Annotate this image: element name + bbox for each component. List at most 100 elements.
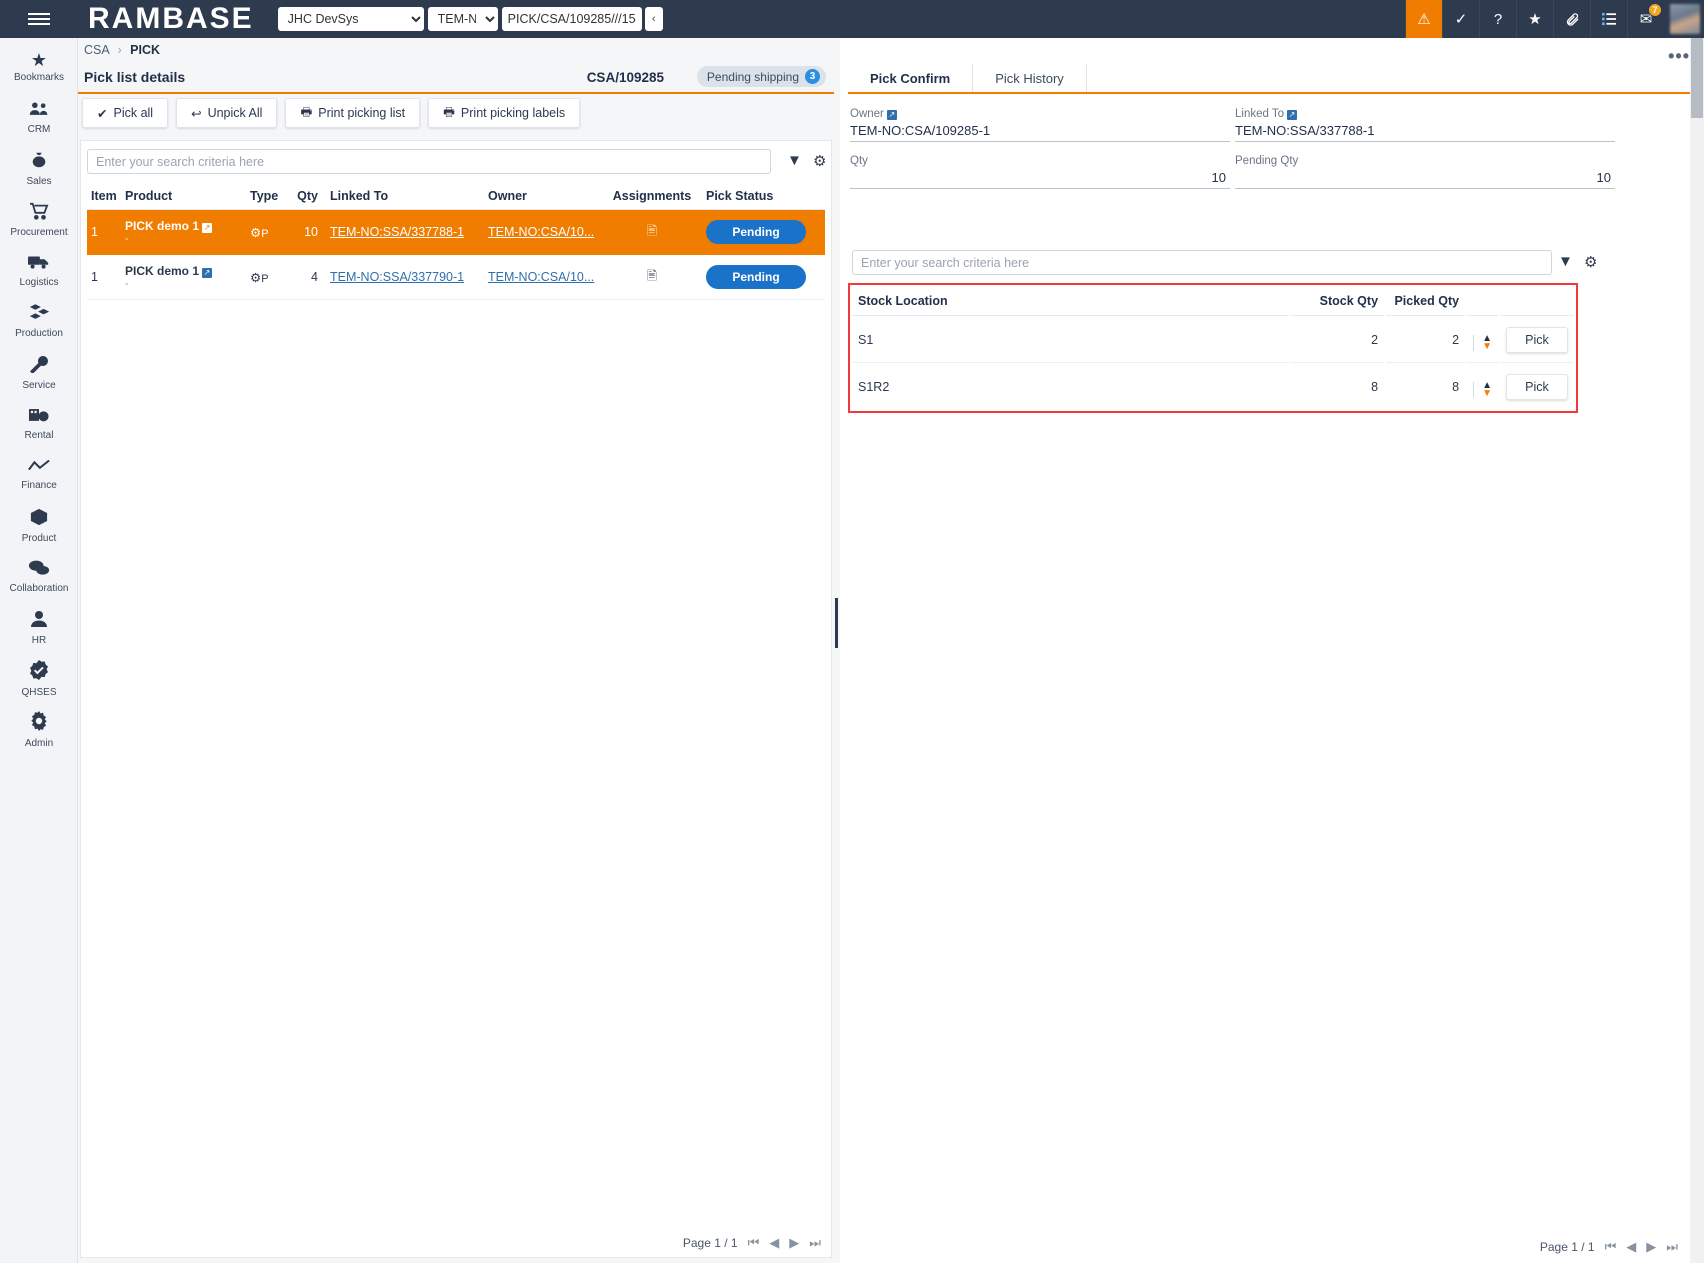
stepper-down-icon[interactable]: ▼ bbox=[1482, 390, 1492, 398]
pick-button[interactable]: Pick bbox=[1506, 327, 1568, 353]
cell-picked-qty[interactable]: 2 bbox=[1386, 318, 1465, 363]
sidebar-item-production[interactable]: Production bbox=[0, 293, 78, 344]
gear-icon[interactable]: ⚙ bbox=[1584, 253, 1597, 271]
help-icon[interactable]: ? bbox=[1479, 0, 1516, 38]
check-badge-icon[interactable]: ✓ bbox=[1442, 0, 1479, 38]
stock-table-row[interactable]: S1 2 2 ▲ ▼ Pick bbox=[852, 318, 1574, 363]
status-pill[interactable]: Pending bbox=[706, 265, 806, 289]
print-picking-list-button[interactable]: 🖶 Print picking list bbox=[285, 98, 420, 128]
sidebar-item-logistics[interactable]: Logistics bbox=[0, 242, 78, 293]
menu-toggle-icon[interactable] bbox=[0, 0, 78, 38]
external-link-icon[interactable]: ↗ bbox=[1287, 110, 1297, 120]
cell-item: 1 bbox=[87, 210, 121, 255]
col-stock-location: Stock Location bbox=[852, 287, 1289, 316]
pager-next-button[interactable]: ▶ bbox=[1646, 1239, 1656, 1255]
external-link-icon[interactable]: ↗ bbox=[202, 223, 212, 233]
box-icon bbox=[29, 508, 49, 530]
pending-qty-value[interactable]: 10 bbox=[1235, 167, 1615, 189]
unpick-all-button[interactable]: ↩ Unpick All bbox=[176, 98, 277, 128]
sidebar-item-product[interactable]: Product bbox=[0, 497, 78, 548]
pager-first-button[interactable]: ⏮ bbox=[748, 1235, 760, 1251]
sidebar-item-service[interactable]: Service bbox=[0, 344, 78, 395]
check-badge-icon bbox=[29, 660, 49, 684]
sidebar-item-qhses[interactable]: QHSES bbox=[0, 650, 78, 701]
qty-stepper[interactable]: ▲ ▼ bbox=[1473, 382, 1492, 398]
stock-table-row[interactable]: S1R2 8 8 ▲ ▼ Pick bbox=[852, 365, 1574, 409]
cell-assignments: 🖹 bbox=[602, 210, 702, 255]
type-code: P bbox=[261, 273, 268, 285]
filter-icon[interactable]: ▼ bbox=[787, 152, 802, 169]
avatar[interactable] bbox=[1670, 4, 1700, 34]
system-select[interactable]: TEM-NO bbox=[428, 7, 498, 31]
print-picking-labels-button[interactable]: 🖶 Print picking labels bbox=[428, 98, 580, 128]
star-icon[interactable]: ★ bbox=[1516, 0, 1553, 38]
splitter-handle[interactable] bbox=[835, 598, 838, 648]
search-input[interactable] bbox=[87, 149, 771, 174]
sidebar-item-finance[interactable]: Finance bbox=[0, 446, 78, 497]
table-row[interactable]: 1 PICK demo 1↗ - ⚙P 10 TEM-NO:SSA/337788… bbox=[87, 210, 825, 255]
pager-prev-button[interactable]: ◀ bbox=[1626, 1239, 1636, 1255]
sidebar-item-crm[interactable]: CRM bbox=[0, 89, 78, 140]
breadcrumb-root[interactable]: CSA bbox=[84, 43, 109, 57]
printer-icon: 🖶 bbox=[300, 103, 312, 124]
scrollbar-thumb[interactable] bbox=[1691, 38, 1703, 118]
stepper-down-icon[interactable]: ▼ bbox=[1482, 343, 1492, 351]
owner-link[interactable]: TEM-NO:CSA/10... bbox=[488, 270, 594, 284]
pager-prev-button[interactable]: ◀ bbox=[769, 1235, 779, 1251]
external-link-icon[interactable]: ↗ bbox=[887, 110, 897, 120]
owner-label: Owner↗ bbox=[850, 108, 1230, 120]
tab-pick-confirm[interactable]: Pick Confirm bbox=[848, 64, 973, 92]
sidebar-item-hr[interactable]: HR bbox=[0, 599, 78, 650]
gear-icon[interactable]: ⚙ bbox=[813, 152, 826, 170]
warning-icon[interactable]: ⚠ bbox=[1405, 0, 1442, 38]
status-badge-count: 3 bbox=[805, 69, 820, 84]
sidebar-item-admin[interactable]: Admin bbox=[0, 701, 78, 752]
sidebar-item-sales[interactable]: Sales bbox=[0, 140, 78, 191]
qty-field: Qty 10 bbox=[850, 155, 1230, 189]
owner-value[interactable]: TEM-NO:CSA/109285-1 bbox=[850, 120, 1230, 142]
stock-search-input[interactable] bbox=[852, 250, 1552, 275]
document-icon[interactable]: 🖹 bbox=[647, 269, 657, 283]
qty-stepper[interactable]: ▲ ▼ bbox=[1473, 335, 1492, 351]
vertical-scrollbar[interactable] bbox=[1690, 38, 1704, 1263]
linked-to-value[interactable]: TEM-NO:SSA/337788-1 bbox=[1235, 120, 1615, 142]
sidebar-item-label: Collaboration bbox=[10, 583, 69, 594]
panel-menu-icon[interactable]: ••• bbox=[1668, 46, 1690, 67]
paperclip-icon[interactable] bbox=[1553, 0, 1590, 38]
status-pill[interactable]: Pending bbox=[706, 220, 806, 244]
cell-qty: 10 bbox=[292, 210, 322, 255]
qty-value[interactable]: 10 bbox=[850, 167, 1230, 189]
pager-next-button[interactable]: ▶ bbox=[789, 1235, 799, 1251]
mail-icon[interactable]: ✉ 7 bbox=[1627, 0, 1664, 38]
sidebar-item-procurement[interactable]: Procurement bbox=[0, 191, 78, 242]
sidebar-item-collaboration[interactable]: Collaboration bbox=[0, 548, 78, 599]
gear-icon bbox=[29, 711, 49, 735]
pager-last-button[interactable]: ⏭ bbox=[1666, 1239, 1678, 1255]
linked-to-link[interactable]: TEM-NO:SSA/337788-1 bbox=[330, 225, 464, 239]
filter-icon[interactable]: ▼ bbox=[1558, 253, 1573, 270]
company-select[interactable]: JHC DevSys bbox=[278, 7, 424, 31]
address-input[interactable] bbox=[502, 7, 642, 31]
sidebar-item-bookmarks[interactable]: ★ Bookmarks bbox=[0, 38, 78, 89]
external-link-icon[interactable]: ↗ bbox=[202, 268, 212, 278]
action-toolbar: ✔ Pick all ↩ Unpick All 🖶 Print picking … bbox=[82, 98, 580, 128]
list-icon[interactable] bbox=[1590, 0, 1627, 38]
col-type: Type bbox=[246, 183, 292, 210]
pager-last-button[interactable]: ⏭ bbox=[809, 1235, 821, 1251]
breadcrumb: CSA › PICK bbox=[84, 43, 160, 57]
product-sub: - bbox=[125, 233, 242, 245]
pick-all-button[interactable]: ✔ Pick all bbox=[82, 98, 168, 128]
cell-spinner: ▲ ▼ bbox=[1467, 318, 1498, 363]
address-back-button[interactable]: ‹ bbox=[645, 7, 663, 31]
status-badge[interactable]: Pending shipping 3 bbox=[697, 66, 826, 87]
cell-picked-qty[interactable]: 8 bbox=[1386, 365, 1465, 409]
pick-list-card: ▼ ⚙ Item Product Type Qty Linked To Owne… bbox=[80, 140, 832, 1258]
table-row[interactable]: 1 PICK demo 1↗ - ⚙P 4 TEM-NO:SSA/337790-… bbox=[87, 255, 825, 300]
owner-link[interactable]: TEM-NO:CSA/10... bbox=[488, 225, 594, 239]
document-icon[interactable]: 🖹 bbox=[647, 224, 657, 238]
pick-button[interactable]: Pick bbox=[1506, 374, 1568, 400]
pager-first-button[interactable]: ⏮ bbox=[1605, 1239, 1617, 1255]
linked-to-link[interactable]: TEM-NO:SSA/337790-1 bbox=[330, 270, 464, 284]
sidebar-item-rental[interactable]: Rental bbox=[0, 395, 78, 446]
tab-pick-history[interactable]: Pick History bbox=[973, 64, 1087, 92]
